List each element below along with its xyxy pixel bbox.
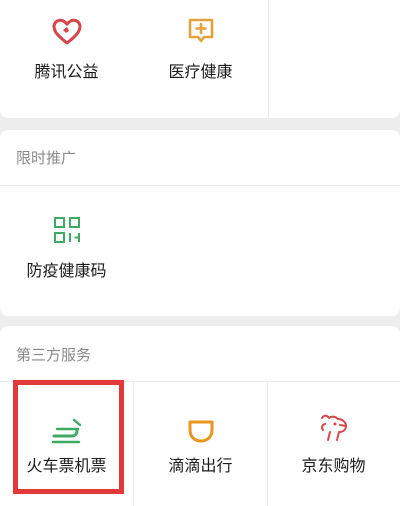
third-party-card: 第三方服务 火车票机票 滴滴出行 京东购物 bbox=[0, 326, 400, 506]
tile-jd-shopping[interactable]: 京东购物 bbox=[267, 382, 400, 506]
train-plane-icon bbox=[50, 415, 84, 449]
tile-medical-health[interactable]: 医疗健康 bbox=[134, 0, 267, 118]
didi-icon bbox=[184, 413, 218, 447]
section-title-third-party: 第三方服务 bbox=[16, 346, 92, 364]
tile-label: 腾讯公益 bbox=[34, 62, 99, 81]
tile-didi[interactable]: 滴滴出行 bbox=[134, 382, 267, 506]
heart-charity-icon bbox=[50, 15, 84, 49]
column-divider bbox=[268, 0, 269, 118]
column-divider bbox=[133, 382, 134, 506]
tile-label: 防疫健康码 bbox=[26, 261, 107, 280]
tile-label: 滴滴出行 bbox=[168, 456, 233, 475]
promo-card: 限时推广 防疫健康码 bbox=[0, 130, 400, 316]
jd-dog-icon bbox=[317, 411, 351, 445]
tile-health-code[interactable]: 防疫健康码 bbox=[0, 186, 133, 316]
qr-code-icon bbox=[50, 213, 84, 247]
top-services-card: 腾讯公益 医疗健康 bbox=[0, 0, 400, 118]
column-divider bbox=[267, 382, 268, 506]
tile-tencent-charity[interactable]: 腾讯公益 bbox=[0, 0, 133, 118]
tile-train-flight-tickets[interactable]: 火车票机票 bbox=[0, 382, 133, 506]
tile-label: 火车票机票 bbox=[26, 456, 107, 475]
tile-label: 京东购物 bbox=[301, 456, 366, 475]
section-title-promo: 限时推广 bbox=[16, 149, 77, 167]
tile-label: 医疗健康 bbox=[168, 62, 233, 81]
medical-plus-icon bbox=[184, 14, 218, 48]
